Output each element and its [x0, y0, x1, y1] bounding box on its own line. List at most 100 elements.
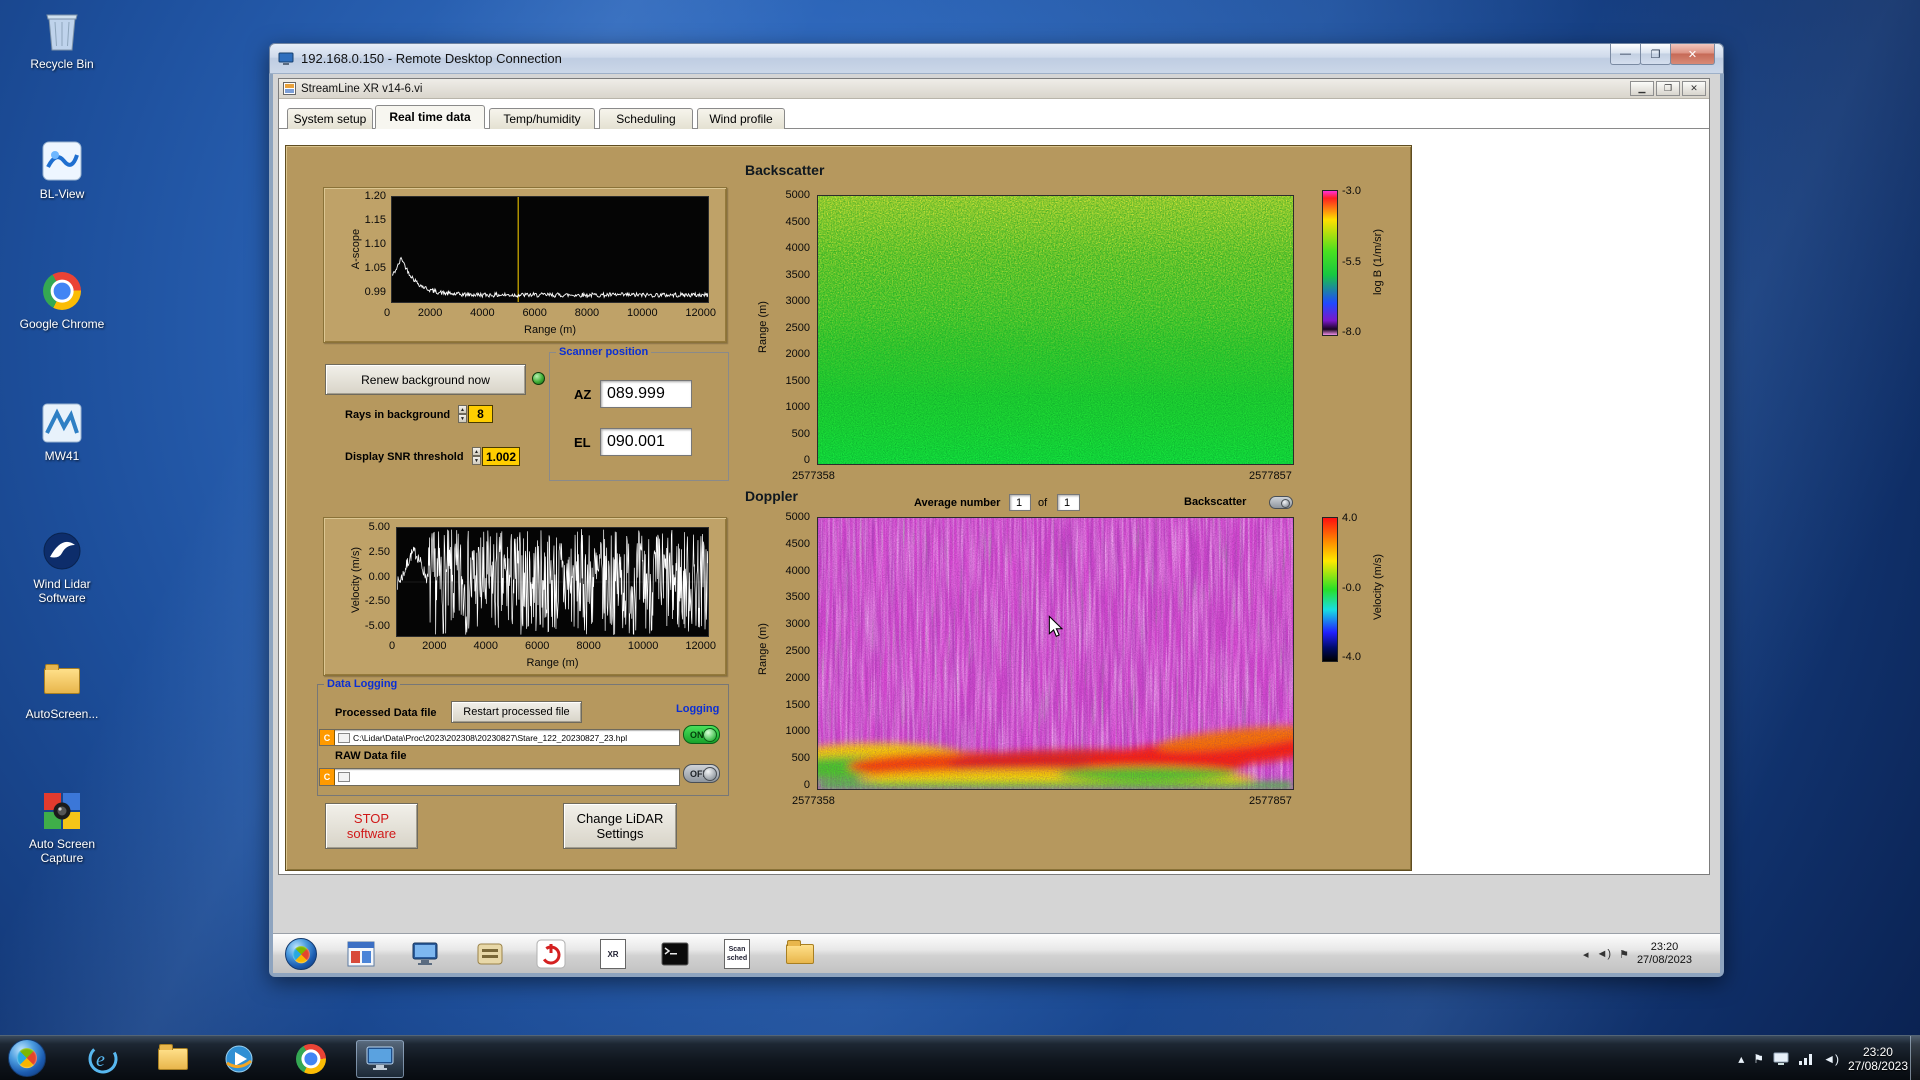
tick-label: 3000: [785, 295, 810, 307]
tick-label: -4.0: [1342, 651, 1361, 663]
auto-screen-capture-icon: [39, 788, 85, 834]
backscatter-toggle[interactable]: [1269, 496, 1293, 509]
tab-wind-profile[interactable]: Wind profile: [697, 108, 785, 129]
doppler-x-left: 2577358: [792, 795, 835, 807]
action-center-flag-icon[interactable]: ⚑: [1753, 1052, 1764, 1066]
remote-taskbar-xr-vi-icon[interactable]: XR: [596, 937, 630, 971]
remote-volume-icon[interactable]: ◄): [1597, 948, 1612, 960]
tick-label: 5.00: [368, 521, 390, 533]
tray-volume-icon[interactable]: ◄): [1823, 1052, 1839, 1066]
backscatter-toggle-label: Backscatter: [1184, 496, 1247, 508]
taskbar-media-player-icon[interactable]: [220, 1040, 258, 1078]
raw-path-field[interactable]: C: [319, 768, 680, 786]
backscatter-colorbar-ticks: -3.0 -5.5 -8.0: [1342, 186, 1361, 338]
rdp-window-icon: [278, 52, 294, 65]
rdp-maximize-button[interactable]: ❐: [1640, 44, 1671, 65]
tick-label: -2.50: [364, 595, 390, 608]
tick-label: 3000: [785, 618, 810, 631]
app-restore-button[interactable]: ❐: [1656, 81, 1680, 96]
hidden-icons-arrow[interactable]: ▴: [1738, 1052, 1744, 1066]
stop-software-button[interactable]: STOP software: [325, 803, 418, 849]
taskbar-explorer-icon[interactable]: [154, 1040, 192, 1078]
app-close-button[interactable]: ✕: [1682, 81, 1706, 96]
snr-value-field[interactable]: 1.002: [482, 447, 520, 466]
backscatter-title: Backscatter: [745, 162, 825, 178]
az-value-field[interactable]: 089.999: [600, 380, 692, 408]
raw-logging-toggle[interactable]: OFF: [683, 764, 720, 783]
el-label: EL: [574, 435, 591, 450]
tick-label: 12000: [685, 640, 716, 652]
remote-taskbar-power-icon[interactable]: [534, 937, 568, 971]
rdp-titlebar[interactable]: 192.168.0.150 - Remote Desktop Connectio…: [269, 43, 1724, 74]
tick-label: 2.50: [368, 545, 390, 558]
remote-taskbar-tool-icon[interactable]: [473, 937, 507, 971]
tab-system-setup[interactable]: System setup: [287, 108, 373, 129]
tab-temp-humidity[interactable]: Temp/humidity: [489, 108, 595, 129]
processed-path-field[interactable]: C C:\Lidar\Data\Proc\2023\202308\2023082…: [319, 729, 680, 746]
processed-logging-toggle[interactable]: ON: [683, 725, 720, 744]
backscatter-colorbar-label: log B (1/m/sr): [1372, 229, 1384, 296]
ascope-y-ticks: 1.20 1.15 1.10 1.05 0.99: [352, 191, 386, 298]
tray-monitor-icon[interactable]: [1773, 1052, 1789, 1066]
remote-taskbar-monitor-app-icon[interactable]: [408, 937, 442, 971]
rays-value-field[interactable]: 8: [468, 405, 493, 423]
app-minimize-button[interactable]: ▁: [1630, 81, 1654, 96]
tray-network-icon[interactable]: [1798, 1052, 1814, 1066]
desktop-icon-recycle-bin[interactable]: Recycle Bin: [14, 8, 110, 71]
remote-taskbar-window-app-icon[interactable]: [344, 937, 378, 971]
taskbar-rdp-button[interactable]: [356, 1040, 404, 1078]
tick-label: 1000: [785, 401, 810, 413]
average-number-field[interactable]: 1: [1009, 494, 1031, 511]
change-lidar-settings-button[interactable]: Change LiDAR Settings: [563, 803, 677, 849]
desktop-icon-auto-screen-capture[interactable]: Auto Screen Capture: [14, 788, 110, 865]
renew-background-button[interactable]: Renew background now: [325, 364, 526, 395]
rdp-minimize-button[interactable]: —: [1610, 44, 1641, 65]
taskbar-chrome-icon[interactable]: [292, 1040, 330, 1078]
backscatter-y-ticks: 5000 4500 4000 3500 3000 2500 2000 1500 1000 500 0: [776, 190, 810, 466]
browse-icon[interactable]: [338, 732, 350, 743]
el-value-field[interactable]: 090.001: [600, 428, 692, 456]
desktop-icon-wind-lidar[interactable]: Wind Lidar Software: [14, 528, 110, 605]
snr-threshold-label: Display SNR threshold: [345, 451, 464, 463]
app-titlebar[interactable]: StreamLine XR v14-6.vi ▁ ❐ ✕: [279, 79, 1709, 99]
tab-real-time-data[interactable]: Real time data: [375, 105, 485, 129]
browse-icon[interactable]: [338, 772, 350, 782]
rdp-close-button[interactable]: ✕: [1670, 44, 1715, 65]
streamline-app-window: StreamLine XR v14-6.vi ▁ ❐ ✕ System setu…: [278, 78, 1710, 875]
logging-label: Logging: [676, 703, 720, 715]
tick-label: 4500: [785, 537, 810, 550]
remote-taskbar-console-icon[interactable]: [658, 937, 692, 971]
velocity-x-ticks: 0 2000 4000 6000 8000 10000 12000: [389, 641, 716, 652]
desktop-icon-autoscreen[interactable]: AutoScreen...: [14, 658, 110, 721]
remote-taskbar: XR Scan sched ◂ ◄) ⚑ 23:20 27/08/2023: [273, 933, 1720, 973]
rays-spinner[interactable]: ▲ ▼: [458, 405, 467, 423]
restart-processed-file-button[interactable]: Restart processed file: [451, 701, 582, 723]
folder-icon: [39, 658, 85, 704]
taskbar-clock[interactable]: 23:20 27/08/2023: [1848, 1045, 1908, 1073]
start-button[interactable]: [8, 1039, 46, 1077]
scanner-position-group: Scanner position AZ 089.999 EL 090.001: [549, 346, 729, 481]
desktop-icon-label: Auto Screen Capture: [28, 837, 96, 865]
drive-selector[interactable]: C: [320, 769, 335, 785]
tab-scheduling[interactable]: Scheduling: [599, 108, 693, 129]
remote-hidden-icons-arrow[interactable]: ◂: [1583, 948, 1589, 961]
velocity-plot: [396, 527, 709, 637]
snr-spinner[interactable]: ▲ ▼: [472, 447, 481, 465]
desktop-icon-mw41[interactable]: MW41: [14, 400, 110, 463]
tick-label: -5.00: [364, 620, 390, 632]
remote-taskbar-scan-sched-icon[interactable]: Scan sched: [720, 937, 754, 971]
desktop-icon-google-chrome[interactable]: Google Chrome: [14, 268, 110, 331]
remote-clock[interactable]: 23:20 27/08/2023: [1637, 941, 1692, 967]
tick-label: 0.99: [364, 286, 386, 298]
tick-label: 2500: [785, 644, 810, 657]
remote-start-button[interactable]: [285, 938, 317, 970]
average-total-field[interactable]: 1: [1057, 494, 1080, 511]
desktop-icon-bl-view[interactable]: BL-View: [14, 138, 110, 201]
velocity-y-ticks: 5.00 2.50 0.00 -2.50 -5.00: [352, 522, 390, 632]
drive-selector[interactable]: C: [320, 730, 335, 745]
remote-taskbar-explorer-icon[interactable]: [783, 937, 817, 971]
taskbar-internet-explorer-icon[interactable]: e: [84, 1040, 122, 1078]
remote-network-icon[interactable]: ⚑: [1619, 948, 1629, 961]
show-desktop-button[interactable]: [1910, 1036, 1920, 1080]
remote-system-tray: ◂ ◄) ⚑ 23:20 27/08/2023: [1583, 934, 1692, 973]
